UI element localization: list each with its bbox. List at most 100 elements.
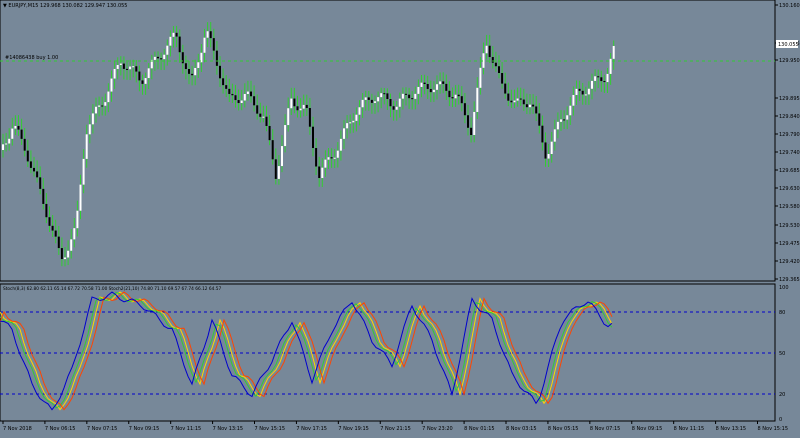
candle-body — [250, 91, 252, 97]
trading-chart-window[interactable]: #14086438 buy 1.00 ▼ EURJPY,M15 129.968 … — [0, 0, 800, 434]
oscillator-header: Stoch(8,3) 62.80 62.11 65.14 67.72 70.58… — [3, 286, 221, 292]
candle-body — [5, 143, 8, 145]
chart-canvas[interactable]: #14086438 buy 1.00 ▼ EURJPY,M15 129.968 … — [0, 0, 800, 434]
candle-body — [439, 81, 442, 85]
candle-body — [215, 50, 218, 66]
candle-body — [333, 157, 336, 159]
candle-body — [132, 66, 135, 68]
candle-body — [287, 108, 290, 126]
time-axis-label: 7 Nov 21:15 — [380, 426, 411, 432]
candle-body — [299, 108, 302, 111]
price-axis-label: 129.630 — [779, 186, 800, 192]
candle-body — [281, 146, 283, 167]
candle-body — [370, 99, 373, 103]
candle-body — [429, 88, 432, 93]
candle-body — [39, 177, 42, 189]
candle-body — [454, 94, 457, 99]
candle-body — [451, 97, 454, 99]
candle-body — [569, 105, 572, 116]
candle-body — [414, 93, 417, 99]
time-axis-label: 8 Nov 15:15 — [758, 426, 789, 432]
candle-body — [479, 67, 482, 88]
candle-body — [29, 161, 32, 168]
candle-body — [231, 93, 234, 96]
candle-body — [401, 93, 404, 99]
candle-body — [42, 188, 45, 204]
time-axis-label: 7 Nov 07:15 — [87, 426, 118, 432]
current-price-label: 130.055 — [778, 42, 799, 48]
candle-body — [597, 76, 600, 78]
candle-body — [293, 98, 296, 107]
candle-body — [525, 104, 528, 108]
time-axis-label: 8 Nov 05:15 — [548, 426, 579, 432]
candle-body — [246, 91, 249, 94]
candle-body — [603, 81, 606, 83]
candle-body — [26, 150, 29, 162]
candle-body — [98, 105, 101, 107]
candle-body — [541, 125, 544, 143]
oscillator-axis-label: 0 — [779, 417, 782, 423]
price-axis-label: 129.365 — [779, 277, 800, 283]
candle-body — [147, 68, 150, 79]
candle-body — [188, 69, 190, 74]
chart-header: ▼ EURJPY,M15 129.968 130.082 129.947 130… — [3, 3, 128, 9]
candle-body — [361, 99, 364, 108]
price-axis-label: 129.475 — [779, 241, 800, 247]
candle-body — [355, 114, 358, 121]
candle-body — [157, 56, 159, 59]
candle-body — [587, 88, 590, 95]
time-axis-label: 7 Nov 06:15 — [45, 426, 76, 432]
candle-body — [405, 93, 407, 95]
candle-body — [470, 127, 473, 136]
candle-body — [284, 125, 287, 147]
candle-body — [330, 157, 333, 159]
candle-body — [172, 32, 175, 37]
candle-body — [398, 98, 401, 107]
candle-body — [296, 106, 299, 111]
candle-body — [104, 102, 107, 106]
candle-body — [228, 88, 231, 94]
candle-body — [423, 82, 426, 85]
candle-body — [516, 98, 519, 101]
candle-body — [268, 125, 271, 141]
candle-body — [290, 98, 293, 109]
candle-body — [315, 148, 318, 167]
candle-body — [11, 128, 14, 139]
oscillator-axis-label: 50 — [779, 351, 785, 357]
price-axis-label: 129.420 — [779, 259, 800, 265]
candle-body — [519, 98, 522, 100]
candle-body — [144, 78, 147, 84]
candle-body — [560, 119, 562, 122]
candle-body — [237, 100, 240, 104]
candle-body — [420, 82, 423, 87]
candle-body — [259, 113, 262, 117]
candle-body — [457, 94, 460, 97]
candle-body — [85, 134, 88, 159]
time-axis-label: 8 Nov 07:15 — [590, 426, 621, 432]
candle-body — [581, 90, 584, 95]
candle-body — [566, 115, 569, 120]
candle-body — [485, 45, 488, 54]
candle-body — [234, 95, 237, 101]
candle-body — [498, 66, 500, 74]
candle-body — [612, 45, 615, 59]
candle-body — [544, 142, 547, 159]
candle-body — [556, 121, 559, 130]
candle-body — [243, 93, 246, 101]
candle-body — [377, 97, 380, 102]
candle-body — [550, 141, 553, 155]
candle-body — [212, 38, 215, 51]
time-axis-label: 7 Nov 15:15 — [255, 426, 286, 432]
price-panel[interactable] — [0, 0, 776, 282]
candle-body — [274, 159, 277, 179]
candle-body — [76, 210, 79, 229]
candle-body — [110, 78, 113, 92]
time-axis-label: 7 Nov 11:15 — [171, 426, 202, 432]
candle-body — [219, 65, 221, 79]
price-axis-label: 130.160 — [779, 3, 800, 9]
candle-body — [442, 81, 445, 84]
candle-body — [271, 140, 274, 160]
oscillator-axis-label: 80 — [779, 310, 785, 316]
time-axis-label: 7 Nov 2018 — [3, 426, 32, 432]
candle-body — [36, 171, 39, 178]
